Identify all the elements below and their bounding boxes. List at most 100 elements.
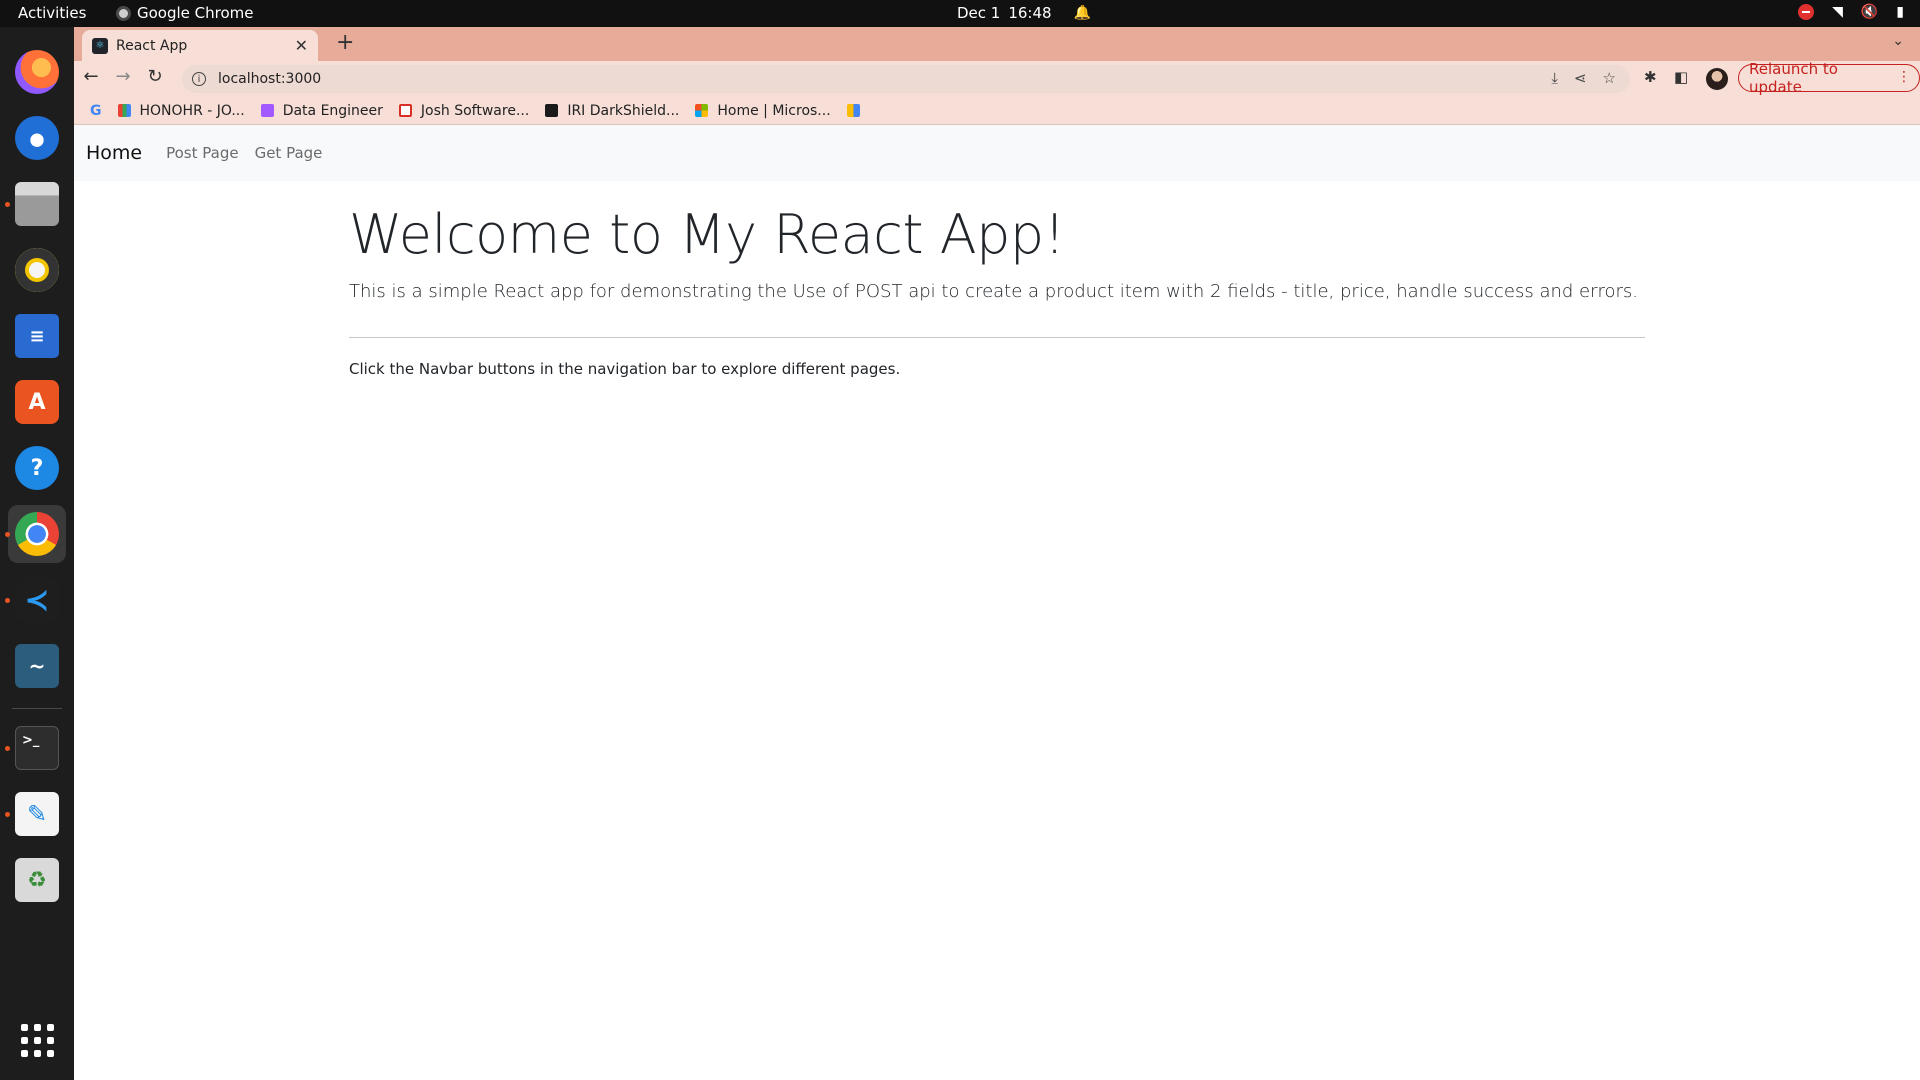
site-info-icon[interactable]: i xyxy=(192,72,206,86)
vscode-icon: ≺ xyxy=(15,578,59,622)
dock-help[interactable]: ? xyxy=(8,439,66,497)
chrome-icon xyxy=(116,5,131,21)
dock-trash[interactable]: ♻ xyxy=(8,851,66,909)
app-menu[interactable]: Google Chrome xyxy=(116,4,254,22)
dock-mysql-workbench[interactable]: ~ xyxy=(8,637,66,695)
dock-software[interactable]: A xyxy=(8,373,66,431)
bookmark-josh-software[interactable]: Josh Software... xyxy=(398,102,530,119)
dock-chrome[interactable] xyxy=(5,505,66,563)
install-app-icon[interactable]: ⤓ xyxy=(1551,69,1558,87)
page-viewport: Home Post Page Get Page Welcome to My Re… xyxy=(74,125,1920,1080)
firefox-icon xyxy=(15,50,59,94)
honohr-favicon-icon xyxy=(117,104,131,117)
chrome-window: ⚛ React App ✕ + ⌄ ← → ↻ i localhost:3000… xyxy=(74,27,1920,1080)
bookmark-label: IRI DarkShield... xyxy=(567,102,680,119)
dock-files[interactable] xyxy=(5,175,66,233)
running-indicator xyxy=(5,202,10,207)
navbar-home-link[interactable]: Home xyxy=(86,142,142,164)
running-indicator xyxy=(5,532,10,537)
do-not-disturb-icon xyxy=(1798,4,1815,20)
dock-firefox[interactable] xyxy=(8,43,66,101)
writer-icon: ≡ xyxy=(15,314,59,358)
address-bar[interactable]: i localhost:3000 ⤓ ⋖ ☆ xyxy=(182,65,1630,93)
clock-time: 16:48 xyxy=(1008,4,1052,22)
bookmarks-bar: G HONOHR - JO... Data Engineer Josh Soft… xyxy=(74,97,1920,125)
activities-button[interactable]: Activities xyxy=(18,4,86,22)
bookmark-star-icon[interactable]: ☆ xyxy=(1603,69,1616,87)
dock-terminal[interactable]: >_ xyxy=(5,719,66,777)
running-indicator xyxy=(5,598,10,603)
gmail-favicon-icon xyxy=(398,104,412,117)
files-icon xyxy=(15,182,59,226)
tab-react-app[interactable]: ⚛ React App ✕ xyxy=(82,30,318,61)
bookmark-label: HONOHR - JO... xyxy=(139,102,245,119)
dock-show-applications[interactable] xyxy=(8,1011,66,1069)
lead-text: This is a simple React app for demonstra… xyxy=(349,281,1639,302)
close-tab-icon[interactable]: ✕ xyxy=(295,36,308,55)
extensions-puzzle-icon[interactable]: ✱ xyxy=(1644,68,1657,86)
share-icon[interactable]: ⋖ xyxy=(1574,69,1587,87)
bookmark-label: Josh Software... xyxy=(420,102,530,119)
bookmark-iri-darkshield[interactable]: IRI DarkShield... xyxy=(545,103,679,119)
bookmark-honohr[interactable]: HONOHR - JO... xyxy=(117,102,245,119)
dock-rhythmbox[interactable] xyxy=(8,241,66,299)
help-icon: ? xyxy=(15,446,59,490)
google-bookmark-icon[interactable]: G xyxy=(90,103,102,119)
page-title: Welcome to My React App! xyxy=(349,203,1065,266)
apps-grid-icon xyxy=(20,1023,54,1057)
wifi-icon: ◥ xyxy=(1832,4,1843,20)
url-text: localhost:3000 xyxy=(218,71,322,87)
dock-thunderbird[interactable] xyxy=(8,109,66,167)
mysql-workbench-icon: ~ xyxy=(15,644,59,688)
tab-title: React App xyxy=(116,37,188,54)
back-button[interactable]: ← xyxy=(78,66,104,87)
volume-muted-icon: 🔇 xyxy=(1860,4,1879,20)
profile-avatar[interactable] xyxy=(1706,68,1728,90)
bookmark-home-microsoft[interactable]: Home | Micros... xyxy=(695,102,831,119)
battery-icon: ▮ xyxy=(1896,4,1904,20)
navbar-get-page-link[interactable]: Get Page xyxy=(255,144,323,162)
app-menu-label: Google Chrome xyxy=(137,4,254,22)
omnibox-actions: ⤓ ⋖ ☆ xyxy=(1551,69,1616,87)
bookmark-label: Home | Micros... xyxy=(717,102,831,119)
menu-kebab-icon[interactable]: ⋮ xyxy=(1897,69,1911,85)
software-icon: A xyxy=(15,380,59,424)
side-panel-icon[interactable]: ◧ xyxy=(1674,68,1688,86)
bookmark-label: Data Engineer xyxy=(282,102,383,119)
relaunch-label: Relaunch to update xyxy=(1749,60,1838,96)
clock-date: Dec 1 xyxy=(957,4,1001,22)
tab-strip: ⚛ React App ✕ + ⌄ xyxy=(74,27,1920,61)
tab-search-chevron-icon[interactable]: ⌄ xyxy=(1892,33,1904,49)
bookmark-unnamed[interactable] xyxy=(846,104,869,117)
running-indicator xyxy=(5,812,10,817)
divider xyxy=(349,337,1645,338)
data-engineer-favicon-icon xyxy=(260,104,274,117)
chrome-icon xyxy=(15,512,59,556)
app-navbar: Home Post Page Get Page xyxy=(74,125,1920,181)
react-favicon-icon: ⚛ xyxy=(92,37,108,54)
reload-button[interactable]: ↻ xyxy=(142,66,168,87)
dock-text-editor[interactable]: ✎ xyxy=(5,785,66,843)
body-text: Click the Navbar buttons in the navigati… xyxy=(349,360,901,378)
thunderbird-icon xyxy=(15,116,59,160)
relaunch-to-update-button[interactable]: Relaunch to update ⋮ xyxy=(1738,60,1920,96)
text-editor-icon: ✎ xyxy=(15,792,59,836)
new-tab-button[interactable]: + xyxy=(336,30,354,55)
rhythmbox-icon xyxy=(15,248,59,292)
clock[interactable]: Dec 1 16:48 🔔 xyxy=(957,4,1091,22)
dock-writer[interactable]: ≡ xyxy=(8,307,66,365)
browser-toolbar: ← → ↻ i localhost:3000 ⤓ ⋖ ☆ ✱ ◧ Relaunc… xyxy=(74,60,1920,97)
dock: ≡ A ? ≺ ~ >_ ✎ ♻ xyxy=(0,27,74,1080)
terminal-icon: >_ xyxy=(15,726,59,770)
notification-bell-icon: 🔔 xyxy=(1073,5,1092,21)
bookmark-data-engineer[interactable]: Data Engineer xyxy=(260,102,383,119)
system-tray[interactable]: ◥ 🔇 ▮ xyxy=(1798,4,1904,20)
iri-favicon-icon xyxy=(545,104,559,117)
forward-button[interactable]: → xyxy=(110,66,136,87)
dock-separator xyxy=(12,708,62,709)
navbar-post-page-link[interactable]: Post Page xyxy=(166,144,238,162)
running-indicator xyxy=(5,746,10,751)
bookmark-favicon-icon xyxy=(846,104,860,117)
trash-icon: ♻ xyxy=(15,858,59,902)
dock-vscode[interactable]: ≺ xyxy=(5,571,66,629)
